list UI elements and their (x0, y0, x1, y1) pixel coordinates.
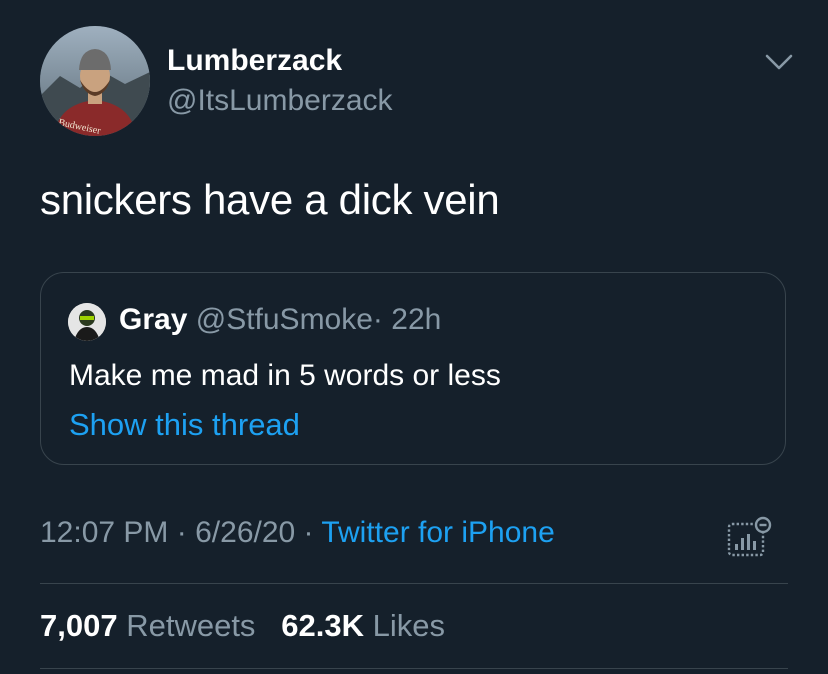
tweet-meta: 12:07 PM · 6/26/20 · Twitter for iPhone (40, 516, 555, 550)
likes-label: Likes (372, 608, 446, 643)
tweet-source-link[interactable]: Twitter for iPhone (321, 516, 554, 549)
quoted-header: Gray @StfuSmoke· 22h (119, 303, 441, 337)
show-thread-link[interactable]: Show this thread (69, 407, 300, 443)
quoted-separator: · (372, 303, 383, 336)
avatar-photo: Budweiser (40, 26, 150, 136)
tweet-analytics-button[interactable] (726, 516, 774, 558)
chevron-down-icon (765, 54, 793, 70)
likes-stat[interactable]: 62.3K Likes (281, 608, 445, 643)
quoted-avatar-image (68, 303, 106, 341)
quoted-text: Make me mad in 5 words or less (69, 359, 501, 392)
quoted-tweet[interactable]: Gray @StfuSmoke· 22h Make me mad in 5 wo… (40, 272, 786, 465)
quoted-avatar[interactable] (68, 303, 106, 341)
retweets-count: 7,007 (40, 608, 118, 643)
quoted-age: 22h (391, 303, 442, 336)
author-avatar[interactable]: Budweiser (40, 26, 150, 136)
meta-separator: · (176, 516, 187, 549)
divider (40, 583, 788, 584)
tweet-analytics-icon (727, 516, 772, 557)
author-handle[interactable]: @ItsLumberzack (167, 84, 393, 118)
tweet-date: 6/26/20 (195, 516, 296, 549)
retweets-label: Retweets (126, 608, 256, 643)
quoted-handle[interactable]: @StfuSmoke (196, 303, 373, 336)
tweet-time: 12:07 PM (40, 516, 169, 549)
quoted-name[interactable]: Gray (119, 303, 187, 336)
retweets-stat[interactable]: 7,007 Retweets (40, 608, 264, 643)
meta-separator: · (303, 516, 314, 549)
tweet-options-button[interactable] (763, 50, 795, 74)
likes-count: 62.3K (281, 608, 365, 643)
tweet-text: snickers have a dick vein (40, 176, 500, 223)
divider (40, 668, 788, 669)
tweet-stats: 7,007 Retweets 62.3K Likes (40, 608, 445, 644)
author-name[interactable]: Lumberzack (167, 44, 342, 78)
